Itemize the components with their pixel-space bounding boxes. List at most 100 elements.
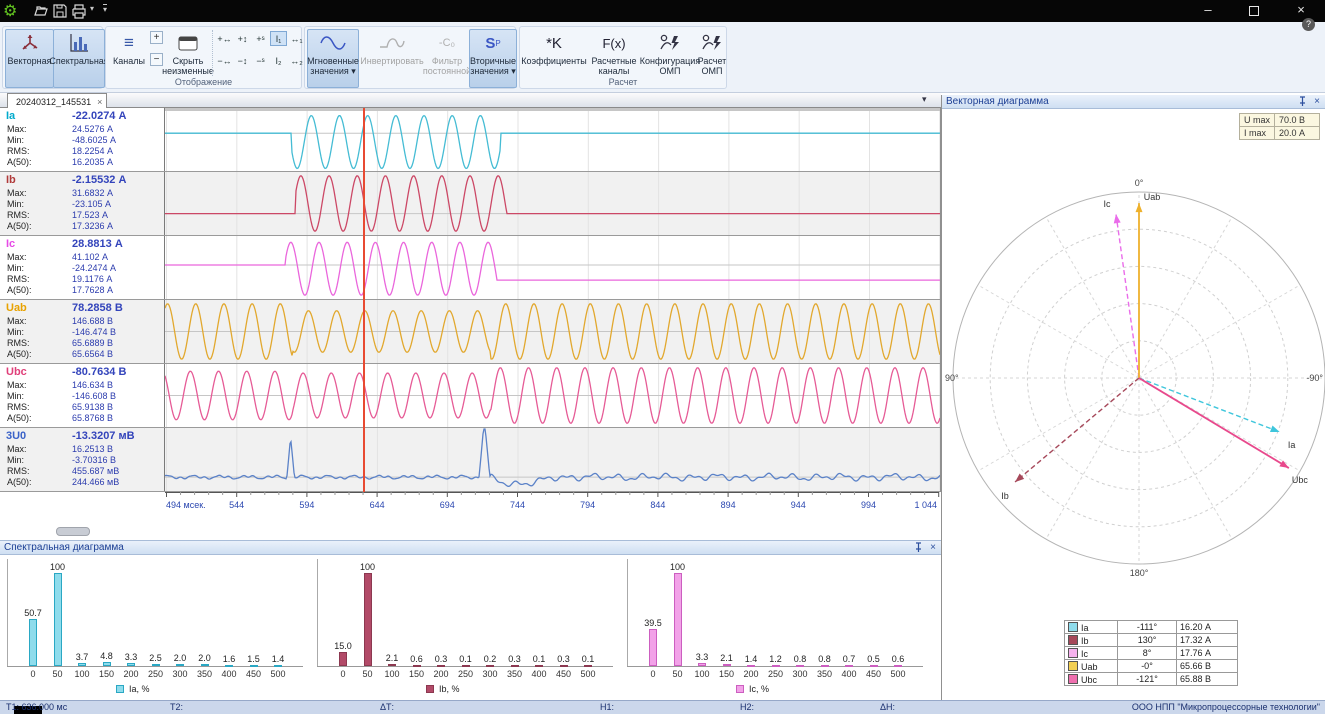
stat-value: 244.466 мВ (72, 477, 119, 487)
open-icon[interactable] (33, 3, 49, 19)
close-panel-icon[interactable]: × (930, 542, 936, 554)
stat-label: Min: (7, 263, 24, 273)
display-icon-6[interactable]: −↕ (234, 53, 251, 68)
polar-diagram[interactable]: 0°90°-90°180°IaIbIcUabUbc (942, 109, 1325, 629)
vector-view-button[interactable]: Векторная (5, 29, 54, 88)
time-cursor[interactable] (363, 108, 365, 492)
waveform-plot[interactable] (165, 300, 940, 363)
tab-close-icon[interactable]: × (97, 97, 102, 107)
stat-value: 146.634 В (72, 380, 113, 390)
calc-channels-button[interactable]: F(x) Расчетные каналы (584, 29, 644, 83)
minimize-button[interactable]: – (1191, 0, 1225, 22)
time-tick-label: 494 мсек. (166, 500, 206, 510)
bar[interactable] (698, 663, 706, 666)
omp-calc-button[interactable]: Расчет ОМП (696, 29, 728, 83)
bar[interactable] (413, 665, 421, 667)
dc-filter-icon: -C₀ (439, 30, 455, 56)
bar[interactable] (462, 665, 470, 667)
bar[interactable] (225, 665, 233, 667)
instant-values-button[interactable]: Мгновенные значения ▾ (307, 29, 359, 88)
display-icon-2[interactable]: +ˢ (252, 31, 269, 46)
hide-unchanged-button[interactable]: Скрыть неизменные (164, 29, 212, 83)
remove-channel-button[interactable]: − (150, 53, 163, 66)
invert-button[interactable]: Инвертировать (359, 29, 425, 88)
close-button[interactable]: × (1284, 0, 1318, 22)
bar[interactable] (152, 664, 160, 666)
vector-table-cell: Ia (1065, 621, 1118, 634)
vector-table-cell: Ib (1065, 634, 1118, 647)
display-icon-4[interactable]: ↔₁ (288, 31, 305, 46)
stat-label: RMS: (7, 338, 30, 348)
waveform-plot[interactable] (165, 236, 940, 299)
display-icon-3[interactable]: I₁ (270, 31, 287, 46)
vector-panel-title: Векторная диаграмма (946, 96, 1049, 107)
bar[interactable] (388, 664, 396, 666)
channels-button[interactable]: ≡ Каналы (108, 29, 150, 79)
coefficients-button[interactable]: *K Коэффициенты (522, 29, 586, 79)
bar[interactable] (511, 665, 519, 667)
bar[interactable] (176, 664, 184, 666)
horizontal-scrollbar-thumb[interactable] (56, 527, 90, 536)
bar[interactable] (201, 664, 209, 666)
bar[interactable] (250, 665, 258, 667)
help-icon[interactable]: ? (1302, 18, 1315, 31)
vector-table-row: Ic8°17.76 А (1065, 647, 1238, 660)
bar[interactable] (649, 629, 657, 666)
status-item-2: ΔТ: (380, 702, 394, 712)
bar[interactable] (127, 663, 135, 666)
bar-value-label: 50.7 (18, 608, 48, 618)
vector-table-cell: 130° (1118, 634, 1177, 647)
bar[interactable] (772, 665, 780, 667)
channel-row: 3U0-13.3207 мВMax:16.2513 ВMin:-3.70316 … (0, 428, 940, 492)
bar[interactable] (535, 665, 543, 667)
display-icon-0[interactable]: +↔ (216, 31, 233, 46)
bar[interactable] (723, 664, 731, 666)
spectral-view-button[interactable]: Спектральная (53, 29, 105, 88)
bar[interactable] (29, 619, 37, 666)
bar[interactable] (584, 665, 592, 667)
bar[interactable] (870, 665, 878, 667)
bar[interactable] (486, 665, 494, 667)
bar[interactable] (821, 665, 829, 667)
time-tick-label: 544 (229, 500, 244, 510)
display-icon-9[interactable]: ↔₂ (288, 53, 305, 68)
display-icon-8[interactable]: I₂ (270, 53, 287, 68)
bar[interactable] (560, 665, 568, 667)
print-dropdown-icon[interactable]: ▾ (90, 4, 94, 13)
quick-access-customize-icon[interactable]: ▾ (103, 4, 107, 14)
bar[interactable] (437, 665, 445, 667)
bar[interactable] (274, 665, 282, 667)
display-icon-5[interactable]: −↔ (216, 53, 233, 68)
bar[interactable] (674, 573, 682, 666)
bar[interactable] (339, 652, 347, 666)
display-icon-1[interactable]: +↕ (234, 31, 251, 46)
secondary-values-label: Вторичные значения ▾ (470, 56, 516, 77)
close-panel-icon[interactable]: × (1314, 96, 1320, 108)
add-channel-button[interactable]: + (150, 31, 163, 44)
waveform-plot[interactable] (165, 172, 940, 235)
bar[interactable] (845, 665, 853, 667)
dc-filter-button[interactable]: -C₀ Фильтр постоянной (423, 29, 471, 88)
waveform-plot[interactable] (165, 364, 940, 427)
bar[interactable] (78, 663, 86, 666)
bar[interactable] (894, 665, 902, 667)
print-icon[interactable] (71, 3, 87, 19)
document-tab[interactable]: 20240312_145531 × (7, 93, 107, 109)
tab-list-dropdown-icon[interactable]: ▾ (922, 94, 927, 105)
maximize-button[interactable] (1237, 0, 1271, 22)
omp-config-button[interactable]: Конфигурация ОМП (642, 29, 698, 83)
secondary-values-button[interactable]: SP Вторичные значения ▾ (469, 29, 517, 88)
display-icon-7[interactable]: −ˢ (252, 53, 269, 68)
plot-top-scrollbar[interactable] (165, 108, 940, 111)
stat-label: RMS: (7, 274, 30, 284)
bar[interactable] (747, 665, 755, 667)
save-icon[interactable] (52, 3, 68, 19)
bar[interactable] (54, 573, 62, 666)
bar[interactable] (796, 665, 804, 667)
bar[interactable] (103, 662, 111, 666)
waveform-plot[interactable] (165, 428, 940, 491)
bar[interactable] (364, 573, 372, 666)
waveform-plot[interactable] (165, 108, 940, 171)
vector-table-cell: 16.20 А (1177, 621, 1238, 634)
spectral-body: 50.70100503.71004.81503.32002.52502.0300… (0, 555, 941, 701)
